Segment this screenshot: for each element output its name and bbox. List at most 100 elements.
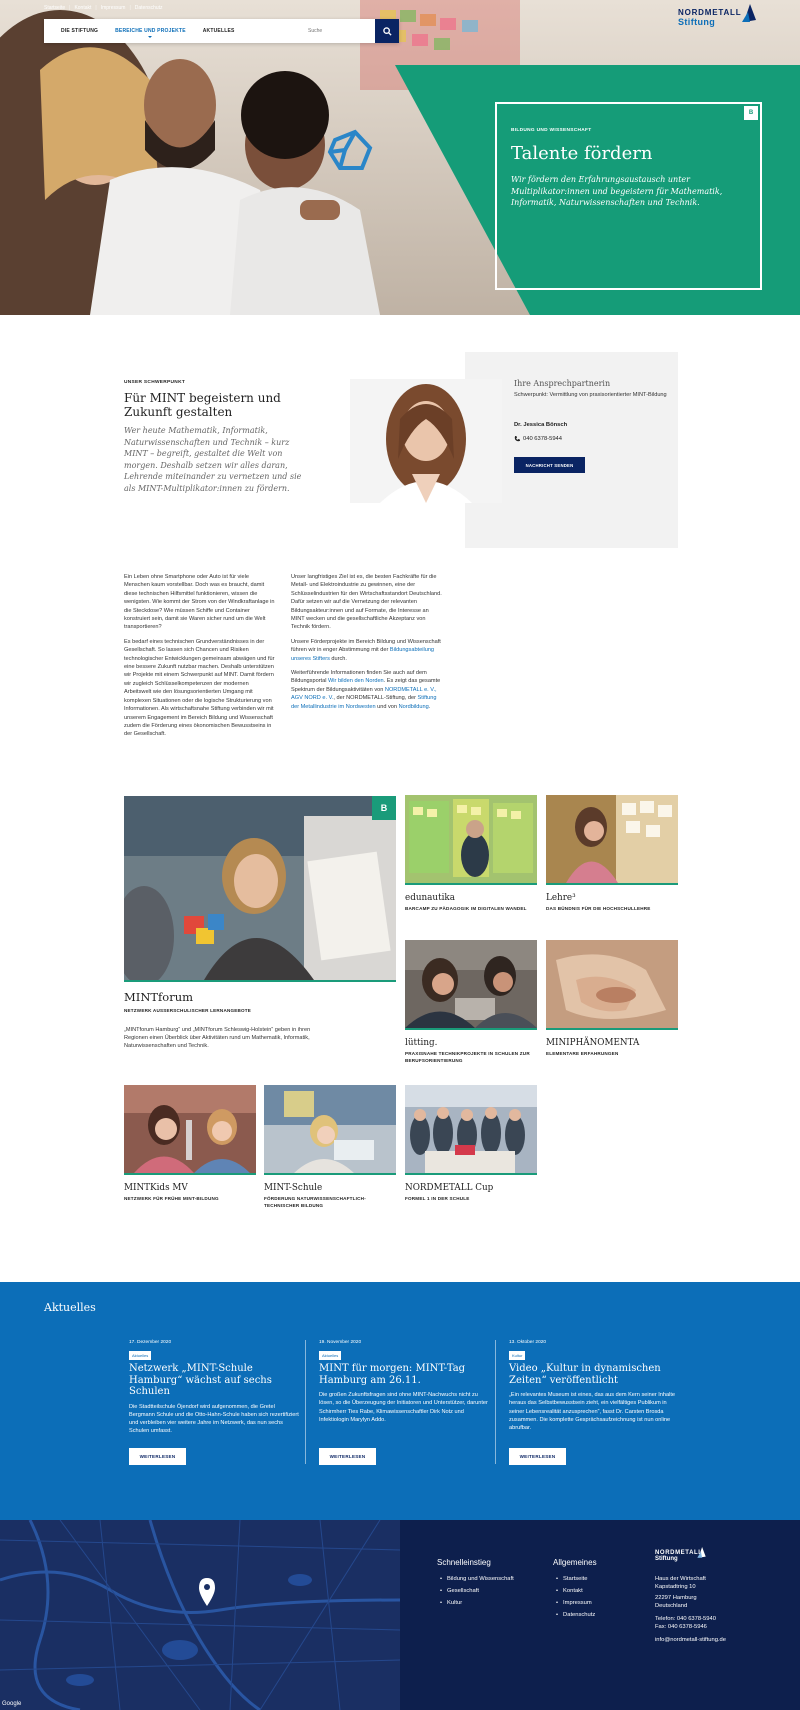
search-icon: [382, 26, 392, 36]
hero-section: Startseite | Kontakt | Impressum | Daten…: [0, 0, 800, 315]
footer-email[interactable]: info@nordmetall-stiftung.de: [655, 1636, 726, 1644]
footer-quick-list: Bildung und Wissenschaft Gesellschaft Ku…: [440, 1573, 514, 1609]
footer-link-impressum[interactable]: Impressum: [556, 1597, 595, 1609]
news-tag: Aktuelles: [129, 1351, 152, 1360]
meta-link-impressum[interactable]: Impressum: [101, 5, 126, 11]
address-line: Haus der Wirtschaft: [655, 1576, 706, 1582]
sail-icon: [697, 1547, 706, 1558]
footer-map[interactable]: [0, 1520, 400, 1710]
tile-title[interactable]: MINT-Schule: [264, 1183, 322, 1193]
footer-link-startseite[interactable]: Startseite: [556, 1573, 595, 1585]
miniphaenomenta-image[interactable]: [546, 940, 678, 1028]
meta-separator: |: [95, 5, 97, 11]
nav-bereiche-und-projekte[interactable]: BEREICHE UND PROJEKTE: [115, 28, 186, 38]
footer-link-datenschutz[interactable]: Datenschutz: [556, 1609, 595, 1621]
footer-link-gesellschaft[interactable]: Gesellschaft: [440, 1585, 514, 1597]
news-date: 13. Oktober 2020: [509, 1340, 547, 1345]
tile-subtitle: ELEMENTARE ERFAHRUNGEN: [546, 1051, 619, 1056]
news-item: 17. Dezember 2020 Aktuelles Netzwerk „MI…: [129, 1340, 299, 1436]
meta-link-datenschutz[interactable]: Datenschutz: [135, 5, 163, 11]
meta-link-startseite[interactable]: Startseite: [44, 5, 65, 11]
contact-portrait: [350, 379, 502, 503]
tile-title[interactable]: lütting.: [405, 1038, 437, 1048]
tile-subtitle: FÖRDERUNG NATURWISSENSCHAFTLICH-TECHNISC…: [264, 1196, 366, 1208]
hero-text: Wir fördern den Erfahrungsaustausch unte…: [511, 175, 723, 207]
tile-title[interactable]: edunautika: [405, 893, 455, 903]
nordmetall-cup-image[interactable]: [405, 1085, 537, 1173]
link-wir-bilden-den-norden[interactable]: Wir bilden den Norden: [328, 678, 384, 684]
read-more-button[interactable]: WEITERLESEN: [129, 1448, 186, 1465]
news-tag: Aktuelles: [319, 1351, 342, 1360]
contact-role: Schwerpunkt: Vermittlung von praxisorien…: [514, 392, 667, 398]
mint-schule-image[interactable]: [264, 1085, 396, 1173]
contact-phone-number: 040 6378-5944: [523, 436, 563, 442]
address-line: Deutschland: [655, 1603, 688, 1609]
tile-title[interactable]: MINTKids MV: [124, 1183, 188, 1193]
body-paragraph: Ein Leben ohne Smartphone oder Auto ist …: [124, 574, 275, 631]
address-line: Kapstadtring 10: [655, 1584, 696, 1590]
news-item: 19. November 2020 Aktuelles MINT für mor…: [319, 1340, 489, 1424]
nav-die-stiftung[interactable]: DIE STIFTUNG: [61, 28, 98, 34]
mintforum-image[interactable]: [124, 796, 396, 980]
tile-accent-line: [124, 980, 396, 982]
footer-heading-quick: Schnelleinstieg: [437, 1558, 491, 1567]
hero-title: Talente fördern: [511, 143, 653, 164]
tile-accent-line: [405, 883, 537, 885]
address-line: 22297 Hamburg: [655, 1595, 697, 1601]
news-divider: [495, 1340, 496, 1464]
body-paragraph: Es bedarf eines technischen Grundverstän…: [124, 638, 275, 738]
footer-logo[interactable]: NORDMETALL Stiftung: [655, 1547, 706, 1562]
tile-accent-line: [405, 1173, 537, 1175]
tile-title[interactable]: Lehre³: [546, 893, 576, 903]
nav-aktuelles[interactable]: AKTUELLES: [203, 28, 235, 34]
footer-link-bildung[interactable]: Bildung und Wissenschaft: [440, 1573, 514, 1585]
tile-accent-line: [405, 1028, 537, 1030]
news-text: „Ein relevantes Museum ist eines, das au…: [509, 1392, 676, 1432]
tile-accent-line: [264, 1173, 396, 1175]
news-title[interactable]: MINT für morgen: MINT-Tag Hamburg am 26.…: [319, 1363, 489, 1386]
site-logo[interactable]: NORDMETALL Stiftung: [678, 4, 756, 27]
body-column-right: Unser langfristiges Ziel ist es, die bes…: [291, 573, 443, 717]
contact-phone[interactable]: 040 6378-5944: [514, 436, 562, 442]
tile-accent-line: [546, 883, 678, 885]
read-more-button[interactable]: WEITERLESEN: [319, 1448, 376, 1465]
body-paragraph: Weiterführende Informationen finden Sie …: [291, 669, 443, 711]
text-span: .: [428, 703, 431, 710]
lehre-image[interactable]: [546, 795, 678, 883]
edunautika-image[interactable]: [405, 795, 537, 883]
news-heading: Aktuelles: [44, 1301, 96, 1314]
link-nordbildung[interactable]: Nordbildung: [399, 704, 429, 710]
footer-general-list: Startseite Kontakt Impressum Datenschutz: [556, 1573, 595, 1621]
footer-link-kultur[interactable]: Kultur: [440, 1597, 514, 1609]
tile-subtitle: FORMEL 1 IN DER SCHULE: [405, 1196, 470, 1201]
meta-nav: Startseite | Kontakt | Impressum | Daten…: [44, 5, 163, 11]
tile-description: „MINTforum Hamburg“ und „MINTforum Schle…: [124, 1027, 311, 1050]
news-date: 19. November 2020: [319, 1340, 362, 1345]
tile-accent-line: [546, 1028, 678, 1030]
news-date: 17. Dezember 2020: [129, 1340, 172, 1345]
meta-separator: |: [69, 5, 71, 11]
category-badge: B: [744, 106, 758, 120]
send-message-button[interactable]: NACHRICHT SENDEN: [514, 457, 585, 473]
read-more-button[interactable]: WEITERLESEN: [509, 1448, 566, 1465]
tile-subtitle: BARCAMP ZU PÄDAGOGIK IM DIGITALEN WANDEL: [405, 906, 527, 911]
body-paragraph: Unsere Förderprojekte im Bereich Bildung…: [291, 638, 443, 663]
mintkids-image[interactable]: [124, 1085, 256, 1173]
text-span: und von: [375, 703, 399, 710]
news-divider: [305, 1340, 306, 1464]
news-title[interactable]: Video „Kultur in dynamischen Zeiten“ ver…: [509, 1363, 679, 1386]
footer-link-kontakt[interactable]: Kontakt: [556, 1585, 595, 1597]
tile-subtitle: NETZWERK FÜR FRÜHE MINT-BILDUNG: [124, 1196, 219, 1201]
search-button[interactable]: [375, 19, 399, 43]
tile-title[interactable]: MINTforum: [124, 990, 193, 1004]
footer-logo-subline: Stiftung: [655, 1556, 678, 1562]
contact-name: Dr. Jessica Bönsch: [514, 422, 568, 428]
tile-title[interactable]: MINIPHÄNOMENTA: [546, 1038, 639, 1048]
meta-link-kontakt[interactable]: Kontakt: [74, 5, 91, 11]
luetting-image[interactable]: [405, 940, 537, 1028]
footer-phone[interactable]: Telefon: 040 6378-5940: [655, 1615, 726, 1623]
body-column-left: Ein Leben ohne Smartphone oder Auto ist …: [124, 573, 276, 745]
news-title[interactable]: Netzwerk „MINT-Schule Hamburg“ wächst au…: [129, 1363, 299, 1398]
sail-icon: [742, 4, 756, 22]
tile-title[interactable]: NORDMETALL Cup: [405, 1183, 493, 1193]
